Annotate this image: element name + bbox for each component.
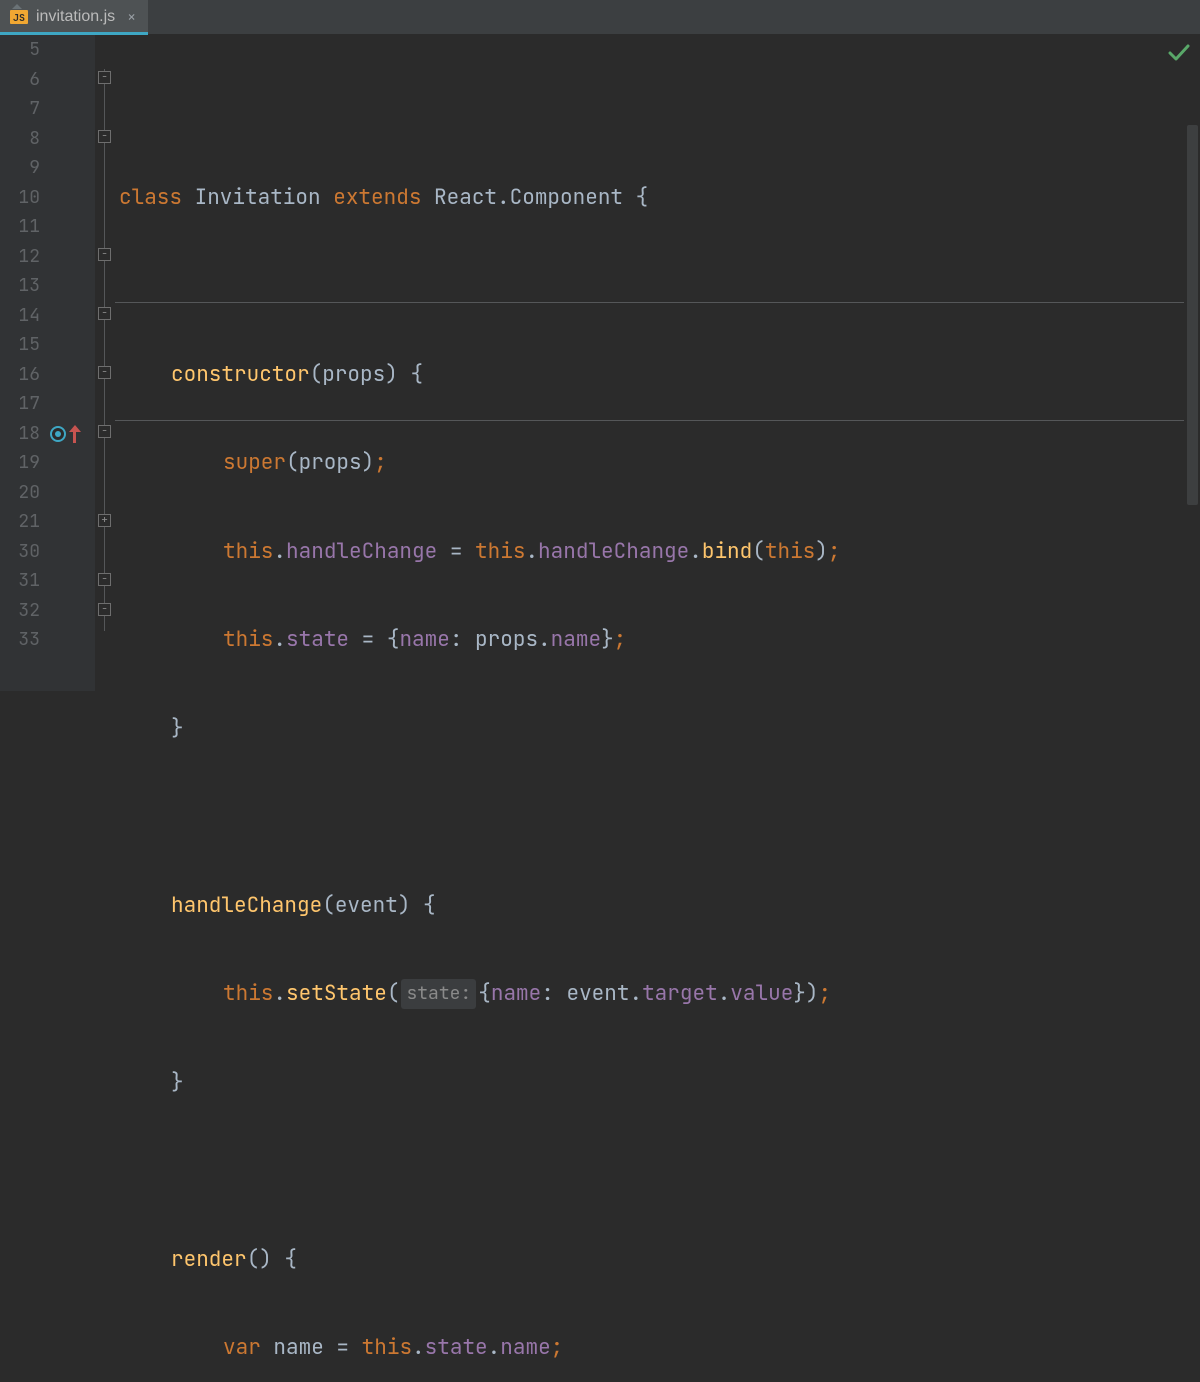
code-line[interactable]: this.state = {name: props.name}; [119,625,1200,655]
line-number[interactable]: 19 [0,451,48,474]
line-number[interactable]: 18 [0,422,48,445]
code-area[interactable]: class Invitation extends React.Component… [95,35,1200,691]
code-line[interactable]: this.handleChange = this.handleChange.bi… [119,537,1200,567]
gutter[interactable]: 5 6 7 8 9 10 11 12 13 14 15 16 17 18 19 … [0,35,95,691]
line-number[interactable]: 7 [0,97,48,120]
line-number[interactable]: 20 [0,481,48,504]
code-line[interactable]: var name = this.state.name; [119,1333,1200,1363]
code-line[interactable]: this.setState(state:{name: event.target.… [119,979,1200,1009]
tab-filename: invitation.js [36,8,115,26]
breakpoint-icon[interactable] [50,426,66,442]
code-line[interactable] [119,94,1200,124]
line-number[interactable]: 13 [0,274,48,297]
line-number[interactable]: 6 [0,68,48,91]
line-number[interactable]: 31 [0,569,48,592]
code-line[interactable] [119,802,1200,832]
line-number[interactable]: 12 [0,245,48,268]
js-file-icon: JS [10,10,28,24]
code-line[interactable]: render() { [119,1245,1200,1275]
line-number[interactable]: 16 [0,363,48,386]
override-up-icon[interactable] [70,425,80,443]
line-number[interactable]: 30 [0,540,48,563]
line-number[interactable]: 21 [0,510,48,533]
inlay-hint: state: [401,979,476,1009]
analysis-ok-icon[interactable] [1168,44,1190,62]
tab-bar: JS invitation.js × [0,0,1200,35]
line-number[interactable]: 15 [0,333,48,356]
code-line[interactable]: } [119,1068,1200,1098]
code-line[interactable]: } [119,714,1200,744]
code-line[interactable]: class Invitation extends React.Component… [119,183,1200,213]
code-editor[interactable]: 5 6 7 8 9 10 11 12 13 14 15 16 17 18 19 … [0,35,1200,691]
code-line[interactable] [119,1156,1200,1186]
close-icon[interactable]: × [123,10,136,25]
line-number[interactable]: 17 [0,392,48,415]
tab-invitation-js[interactable]: JS invitation.js × [0,0,148,34]
line-number[interactable]: 11 [0,215,48,238]
line-number[interactable]: 33 [0,628,48,651]
line-number[interactable]: 5 [0,38,48,61]
code-line[interactable]: handleChange(event) { [119,891,1200,921]
line-number[interactable]: 32 [0,599,48,622]
code-line[interactable] [119,271,1200,301]
line-number[interactable]: 14 [0,304,48,327]
code-line[interactable]: super(props); [119,448,1200,478]
line-number[interactable]: 10 [0,186,48,209]
code-line[interactable]: constructor(props) { [119,360,1200,390]
line-number[interactable]: 9 [0,156,48,179]
scrollbar-thumb[interactable] [1187,125,1198,505]
line-number[interactable]: 8 [0,127,48,150]
